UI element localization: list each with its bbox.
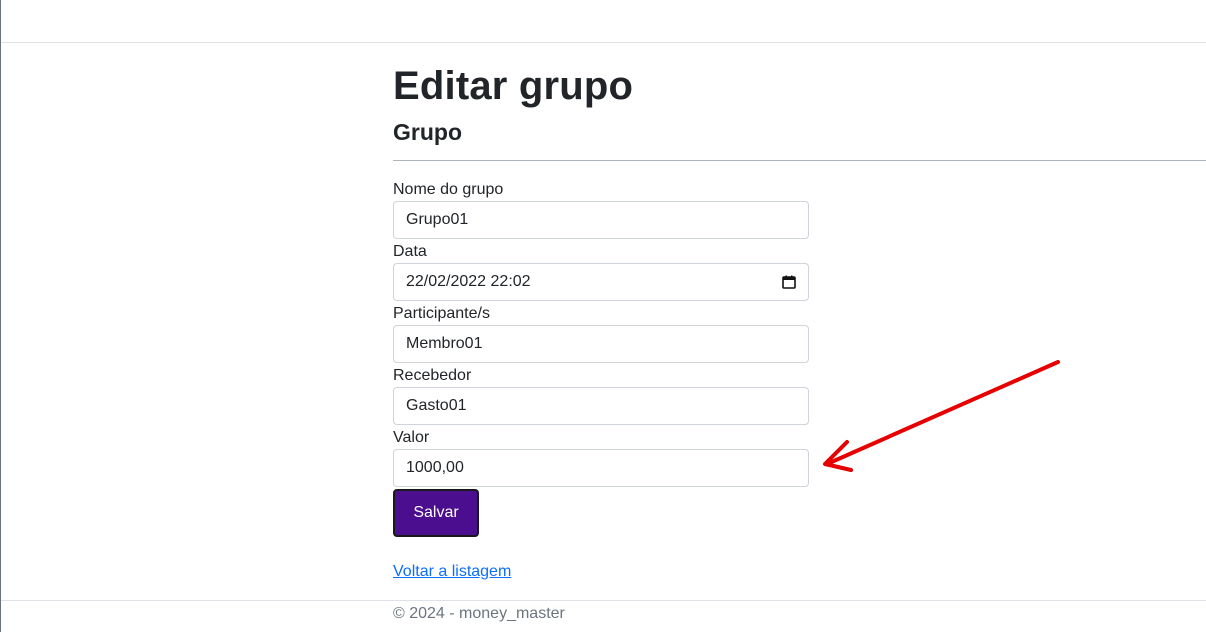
field-receiver: Recebedor Gasto01 xyxy=(393,365,1206,425)
page: Editar grupo Grupo Nome do grupo Grupo01… xyxy=(0,0,1206,632)
receiver-label: Recebedor xyxy=(393,367,472,384)
amount-input[interactable]: 1000,00 xyxy=(393,449,809,487)
page-title: Editar grupo xyxy=(393,64,634,108)
back-to-list-link[interactable]: Voltar a listagem xyxy=(393,563,511,581)
participants-value: Membro01 xyxy=(406,335,483,352)
receiver-input[interactable]: Gasto01 xyxy=(393,387,809,425)
participants-input[interactable]: Membro01 xyxy=(393,325,809,363)
receiver-value: Gasto01 xyxy=(406,397,467,414)
group-name-input[interactable]: Grupo01 xyxy=(393,201,809,239)
date-label: Data xyxy=(393,243,427,260)
amount-value: 1000,00 xyxy=(406,459,464,476)
field-group-name: Nome do grupo Grupo01 xyxy=(393,179,1206,239)
footer: © 2024 - money_master xyxy=(1,600,1206,632)
red-arrow-annotation xyxy=(823,360,1060,472)
date-input[interactable]: 22/02/2022 22:02 xyxy=(393,263,809,301)
field-participants: Participante/s Membro01 xyxy=(393,303,1206,363)
field-date: Data 22/02/2022 22:02 xyxy=(393,241,1206,301)
field-amount: Valor 1000,00 xyxy=(393,427,1206,487)
group-name-value: Grupo01 xyxy=(406,211,469,228)
participants-label: Participante/s xyxy=(393,305,490,322)
amount-label: Valor xyxy=(393,429,430,446)
calendar-icon[interactable] xyxy=(782,275,796,289)
main-content: Editar grupo Grupo Nome do grupo Grupo01… xyxy=(393,60,1206,581)
group-name-label: Nome do grupo xyxy=(393,181,504,198)
section-title: Grupo xyxy=(393,119,462,145)
footer-copyright: © 2024 - money_master xyxy=(393,605,565,622)
save-button[interactable]: Salvar xyxy=(393,489,479,537)
top-navbar xyxy=(1,0,1206,43)
divider xyxy=(393,160,1206,161)
edit-group-form: Nome do grupo Grupo01 Data 22/02/2022 22… xyxy=(393,179,1206,537)
date-value: 22/02/2022 22:02 xyxy=(406,273,531,290)
